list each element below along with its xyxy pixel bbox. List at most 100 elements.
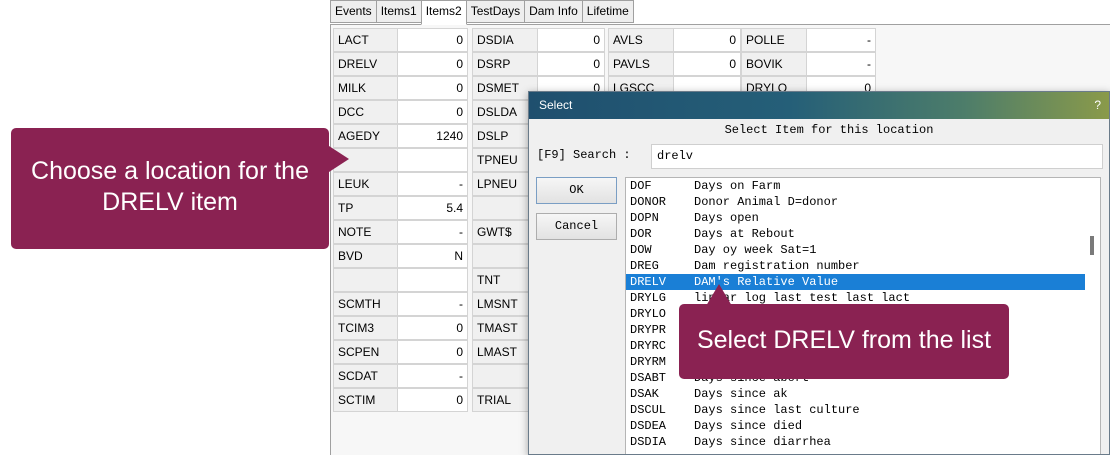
search-label: [F9] Search : xyxy=(537,148,631,162)
field-value[interactable]: 0 xyxy=(397,388,468,412)
list-item[interactable]: DONOR Donor Animal D=donor xyxy=(626,194,1086,210)
search-input[interactable]: drelv xyxy=(651,144,1103,169)
tab-dam-info[interactable]: Dam Info xyxy=(524,0,583,23)
list-item[interactable]: DSDIA Days since diarrhea xyxy=(626,434,1086,450)
field-value[interactable] xyxy=(397,268,468,292)
field-label: BVD xyxy=(333,244,398,268)
list-item[interactable]: DSDEA Days since died xyxy=(626,418,1086,434)
field-label: POLLE xyxy=(741,28,807,52)
item-description: Days since diarrhea xyxy=(694,435,831,449)
item-description: Days open xyxy=(694,211,759,225)
item-code: DOPN xyxy=(630,211,659,225)
field-value[interactable]: 0 xyxy=(673,52,741,76)
field-label: TP xyxy=(333,196,398,220)
callout-pointer xyxy=(706,284,732,306)
list-item[interactable]: DSAK Days since ak xyxy=(626,386,1086,402)
item-description: Days at Rebout xyxy=(694,227,795,241)
item-code: DRELV xyxy=(630,275,667,289)
item-code: DRYRC xyxy=(630,339,667,353)
field-label: SCDAT xyxy=(333,364,398,388)
field-value[interactable]: 0 xyxy=(397,28,468,52)
field-value[interactable]: 0 xyxy=(673,28,741,52)
field-value[interactable]: 1240 xyxy=(397,124,468,148)
cancel-button[interactable]: Cancel xyxy=(536,213,617,240)
select-dialog: Select ? Select Item for this location [… xyxy=(528,91,1110,455)
grid-row: LACT 0 DSDIA 0 AVLS 0 POLLE - xyxy=(333,28,876,52)
field-label: DRELV xyxy=(333,52,398,76)
field-label: SCPEN xyxy=(333,340,398,364)
field-label: AVLS xyxy=(608,28,674,52)
field-value[interactable]: 0 xyxy=(397,76,468,100)
item-description: Days since last culture xyxy=(694,403,860,417)
tab-testdays[interactable]: TestDays xyxy=(465,0,526,23)
item-code: DRYPR xyxy=(630,323,667,337)
field-value[interactable]: 0 xyxy=(397,100,468,124)
grid-row: DRELV 0 DSRP 0 PAVLS 0 BOVIK - xyxy=(333,52,876,76)
field-label xyxy=(333,268,398,292)
field-label: SCTIM xyxy=(333,388,398,412)
item-code: DRYRM xyxy=(630,355,667,369)
item-code: DRYLO xyxy=(630,307,667,321)
field-value[interactable]: 0 xyxy=(397,340,468,364)
callout-choose-location: Choose a location for the DRELV item xyxy=(11,128,329,249)
field-value[interactable]: 0 xyxy=(537,28,605,52)
field-label: SCMTH xyxy=(333,292,398,316)
tab-lifetime[interactable]: Lifetime xyxy=(581,0,634,23)
field-value[interactable]: - xyxy=(806,28,876,52)
list-item[interactable]: DOW Day oy week Sat=1 xyxy=(626,242,1086,258)
item-code: DONOR xyxy=(630,195,667,209)
list-item[interactable]: DOF Days on Farm xyxy=(626,178,1086,194)
field-label: LACT xyxy=(333,28,398,52)
field-label: DSDIA xyxy=(472,28,538,52)
item-code: DOW xyxy=(630,243,652,257)
item-description: Days since ak xyxy=(694,387,788,401)
field-value[interactable]: 0 xyxy=(397,52,468,76)
dialog-heading: Select Item for this location xyxy=(724,123,934,137)
field-value[interactable] xyxy=(397,148,468,172)
field-value[interactable]: N xyxy=(397,244,468,268)
item-description: Days on Farm xyxy=(694,179,781,193)
field-label: TCIM3 xyxy=(333,316,398,340)
list-item[interactable]: DRELV DAM's Relative Value xyxy=(626,274,1086,290)
field-value[interactable]: - xyxy=(397,220,468,244)
scrollbar-thumb[interactable] xyxy=(1090,236,1094,255)
field-label: BOVIK xyxy=(741,52,807,76)
item-code: DSDEA xyxy=(630,419,667,433)
field-value[interactable]: 0 xyxy=(397,316,468,340)
field-value[interactable]: - xyxy=(397,292,468,316)
callout-select-item: Select DRELV from the list xyxy=(679,304,1009,379)
field-value[interactable]: - xyxy=(806,52,876,76)
field-label: AGEDY xyxy=(333,124,398,148)
field-value[interactable]: 5.4 xyxy=(397,196,468,220)
ok-button[interactable]: OK xyxy=(536,177,617,204)
field-label: NOTE xyxy=(333,220,398,244)
item-description: Dam registration number xyxy=(694,259,860,273)
list-item[interactable]: DREG Dam registration number xyxy=(626,258,1086,274)
tab-items2[interactable]: Items2 xyxy=(420,0,467,25)
dialog-titlebar[interactable]: Select ? xyxy=(529,92,1109,119)
item-code: DSDIA xyxy=(630,435,667,449)
item-code: DOR xyxy=(630,227,652,241)
tab-events[interactable]: Events xyxy=(330,0,377,23)
item-code: DRYLG xyxy=(630,291,667,305)
field-value[interactable]: - xyxy=(397,364,468,388)
callout-pointer xyxy=(329,146,349,172)
item-code: DSCUL xyxy=(630,403,667,417)
item-description: Day oy week Sat=1 xyxy=(694,243,817,257)
field-label: DSRP xyxy=(472,52,538,76)
item-code: DSAK xyxy=(630,387,659,401)
field-value[interactable]: 0 xyxy=(537,52,605,76)
field-value[interactable]: - xyxy=(397,172,468,196)
list-item[interactable]: DSCUL Days since last culture xyxy=(626,402,1086,418)
item-description: Donor Animal D=donor xyxy=(694,195,839,209)
item-code: DOF xyxy=(630,179,652,193)
item-code: DSABT xyxy=(630,371,667,385)
list-item[interactable]: DOPN Days open xyxy=(626,210,1086,226)
item-code: DREG xyxy=(630,259,659,273)
tab-items1[interactable]: Items1 xyxy=(375,0,422,23)
field-label: MILK xyxy=(333,76,398,100)
field-label: LEUK xyxy=(333,172,398,196)
help-button[interactable]: ? xyxy=(1094,92,1101,118)
list-scrollbar[interactable] xyxy=(1085,178,1100,454)
list-item[interactable]: DOR Days at Rebout xyxy=(626,226,1086,242)
